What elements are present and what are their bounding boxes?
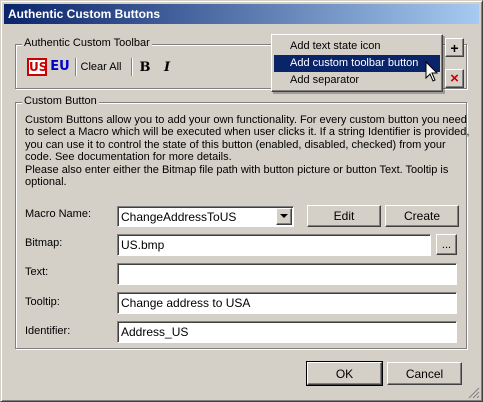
create-button[interactable]: Create: [385, 205, 459, 227]
remove-button[interactable]: ×: [445, 69, 464, 88]
add-button[interactable]: +: [445, 38, 464, 57]
bold-icon[interactable]: B: [136, 57, 154, 77]
bitmap-label: Bitmap:: [25, 237, 63, 249]
browse-button[interactable]: ...: [436, 234, 457, 255]
menu-item-add-separator[interactable]: Add separator: [274, 72, 440, 89]
create-button-label: Create: [403, 209, 441, 223]
identifier-field[interactable]: Address_US: [117, 321, 457, 343]
edit-button[interactable]: Edit: [307, 205, 381, 227]
tooltip-value: Change address to USA: [121, 296, 251, 310]
italic-icon[interactable]: I: [158, 57, 176, 77]
identifier-value: Address_US: [121, 325, 189, 339]
toolbar-separator: [75, 58, 77, 76]
toolbar-group-label: Authentic Custom Toolbar: [22, 37, 152, 50]
add-context-menu: Add text state icon Add custom toolbar b…: [271, 34, 443, 92]
dialog-window: Authentic Custom Buttons Authentic Custo…: [0, 0, 483, 402]
bitmap-field[interactable]: US.bmp: [117, 234, 431, 256]
description-line: optional.: [25, 176, 67, 189]
resize-grip-icon[interactable]: [468, 387, 480, 399]
text-label: Text:: [25, 266, 49, 278]
macro-name-value: ChangeAddressToUS: [121, 210, 237, 224]
italic-glyph: I: [163, 59, 171, 75]
plus-icon: +: [450, 39, 459, 56]
bitmap-value: US.bmp: [121, 238, 165, 252]
title-bar: Authentic Custom Buttons: [4, 4, 479, 24]
mouse-cursor-icon: [425, 61, 439, 82]
tooltip-field[interactable]: Change address to USA: [117, 292, 457, 314]
custom-button-group-label: Custom Button: [22, 95, 99, 108]
close-icon: ×: [450, 70, 459, 87]
description-line: code. See documentation for more details…: [25, 151, 232, 164]
cancel-button[interactable]: Cancel: [387, 362, 462, 385]
eu-flag-icon[interactable]: EU: [50, 58, 70, 76]
menu-item-add-custom-toolbar-button[interactable]: Add custom toolbar button: [274, 55, 440, 72]
description-line: Please also enter either the Bitmap file…: [25, 163, 449, 176]
toolbar-separator: [131, 58, 133, 76]
clear-all-label: Clear All: [80, 61, 122, 73]
cancel-button-label: Cancel: [405, 366, 444, 381]
description-line: you can use it to control the state of t…: [25, 138, 446, 151]
chevron-down-icon: [280, 214, 288, 218]
text-field[interactable]: [117, 263, 457, 285]
menu-item-add-text-state-icon[interactable]: Add text state icon: [274, 38, 440, 55]
macro-name-label: Macro Name:: [25, 208, 92, 220]
description-text: Custom Buttons allow you to add your own…: [25, 114, 470, 189]
ok-button-label: OK: [335, 366, 354, 381]
ok-button[interactable]: OK: [306, 361, 383, 386]
edit-button-label: Edit: [333, 209, 355, 223]
us-flag-icon[interactable]: US: [27, 58, 47, 76]
macro-name-select[interactable]: ChangeAddressToUS: [117, 206, 294, 227]
toolbar-preview: US EU Clear All B I: [27, 57, 269, 79]
bold-glyph: B: [139, 59, 151, 75]
description-line: Custom Buttons allow you to add your own…: [25, 114, 467, 126]
tooltip-label: Tooltip:: [25, 296, 60, 308]
macro-dropdown-button[interactable]: [276, 208, 292, 225]
identifier-label: Identifier:: [25, 325, 71, 337]
browse-button-label: ...: [441, 238, 452, 251]
window-title: Authentic Custom Buttons: [8, 7, 160, 21]
description-line: to select a Macro which will be executed…: [25, 126, 470, 139]
clear-all-button[interactable]: Clear All: [79, 57, 123, 77]
